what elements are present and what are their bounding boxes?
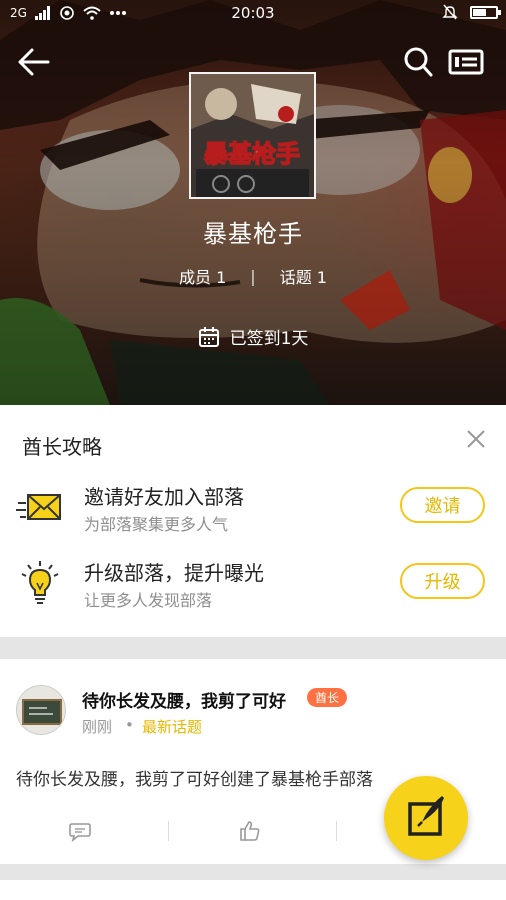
chief-guide-card: 酋长攻略 邀请好友加入部落 为部落聚集更多人气 邀请 升级部落，提升曝光 让更多… [0,405,506,637]
back-arrow-icon[interactable] [16,44,52,80]
lightbulb-icon [21,561,59,604]
stats-divider: | [250,266,256,286]
guide-item-invite: 邀请好友加入部落 为部落聚集更多人气 邀请 [0,477,506,537]
action-divider [336,821,337,841]
compose-post-button[interactable] [384,776,468,860]
section-divider-bottom [0,864,506,900]
battery-level [473,8,486,16]
post-author-name[interactable]: 待你长发及腰，我剪了可好 [82,687,286,712]
tribe-cover-image[interactable]: 暴基枪手 [189,72,316,199]
tribe-info-icon[interactable] [446,44,486,80]
status-time: 20:03 [231,4,275,22]
guide-item-upgrade: 升级部落，提升曝光 让更多人发现部落 升级 [0,553,506,613]
avatar[interactable] [16,685,66,735]
post-tag[interactable]: 最新话题 [142,716,202,737]
topics-count: 1 [316,268,327,287]
chief-badge: 酋长 [307,688,348,707]
status-right [442,4,501,20]
battery-icon [470,5,501,19]
checkin-text: 已签到1天 [229,329,309,349]
tribe-header: 2G 20:03 暴基枪手 暴基枪手 成员 1 | 话题 1 已签到1天 [0,0,506,405]
guide-item-title: 邀请好友加入部落 [84,485,244,509]
guide-item-title: 升级部落，提升曝光 [84,561,264,585]
compose-quill-icon [408,796,444,836]
status-bar: 2G 20:03 [0,0,506,26]
upgrade-button[interactable]: 升级 [400,563,485,599]
close-icon[interactable] [462,425,490,453]
checkin-status[interactable]: 已签到1天 [0,324,506,349]
members-count: 1 [216,268,227,287]
next-card-edge [0,880,506,900]
section-divider [0,637,506,659]
guide-title: 酋长攻略 [22,435,102,459]
search-icon[interactable] [400,44,436,80]
mute-bell-icon [442,4,458,20]
members-label: 成员 [179,268,212,287]
invite-button[interactable]: 邀请 [400,487,485,523]
avatar-image [17,686,65,734]
meta-separator: • [125,716,134,734]
guide-item-subtitle: 让更多人发现部落 [84,591,213,610]
tribe-name: 暴基枪手 [203,220,303,248]
calendar-icon [198,326,219,347]
envelope-icon [16,494,61,520]
cover-artwork: 暴基枪手 [191,74,314,197]
topics-label: 话题 [279,268,312,287]
post-body[interactable]: 待你长发及腰，我剪了可好创建了暴基枪手部落 [16,765,373,790]
members-stat[interactable]: 成员 1 [179,264,226,288]
like-icon[interactable] [238,819,262,843]
topics-stat[interactable]: 话题 1 [280,264,327,288]
action-divider [168,821,169,841]
comment-icon[interactable] [68,819,92,843]
post-time: 刚刚 [82,718,113,736]
guide-item-subtitle: 为部落聚集更多人气 [84,515,229,534]
cover-title-text: 暴基枪手 [204,140,300,168]
tribe-stats: 成员 1 | 话题 1 [0,264,506,288]
